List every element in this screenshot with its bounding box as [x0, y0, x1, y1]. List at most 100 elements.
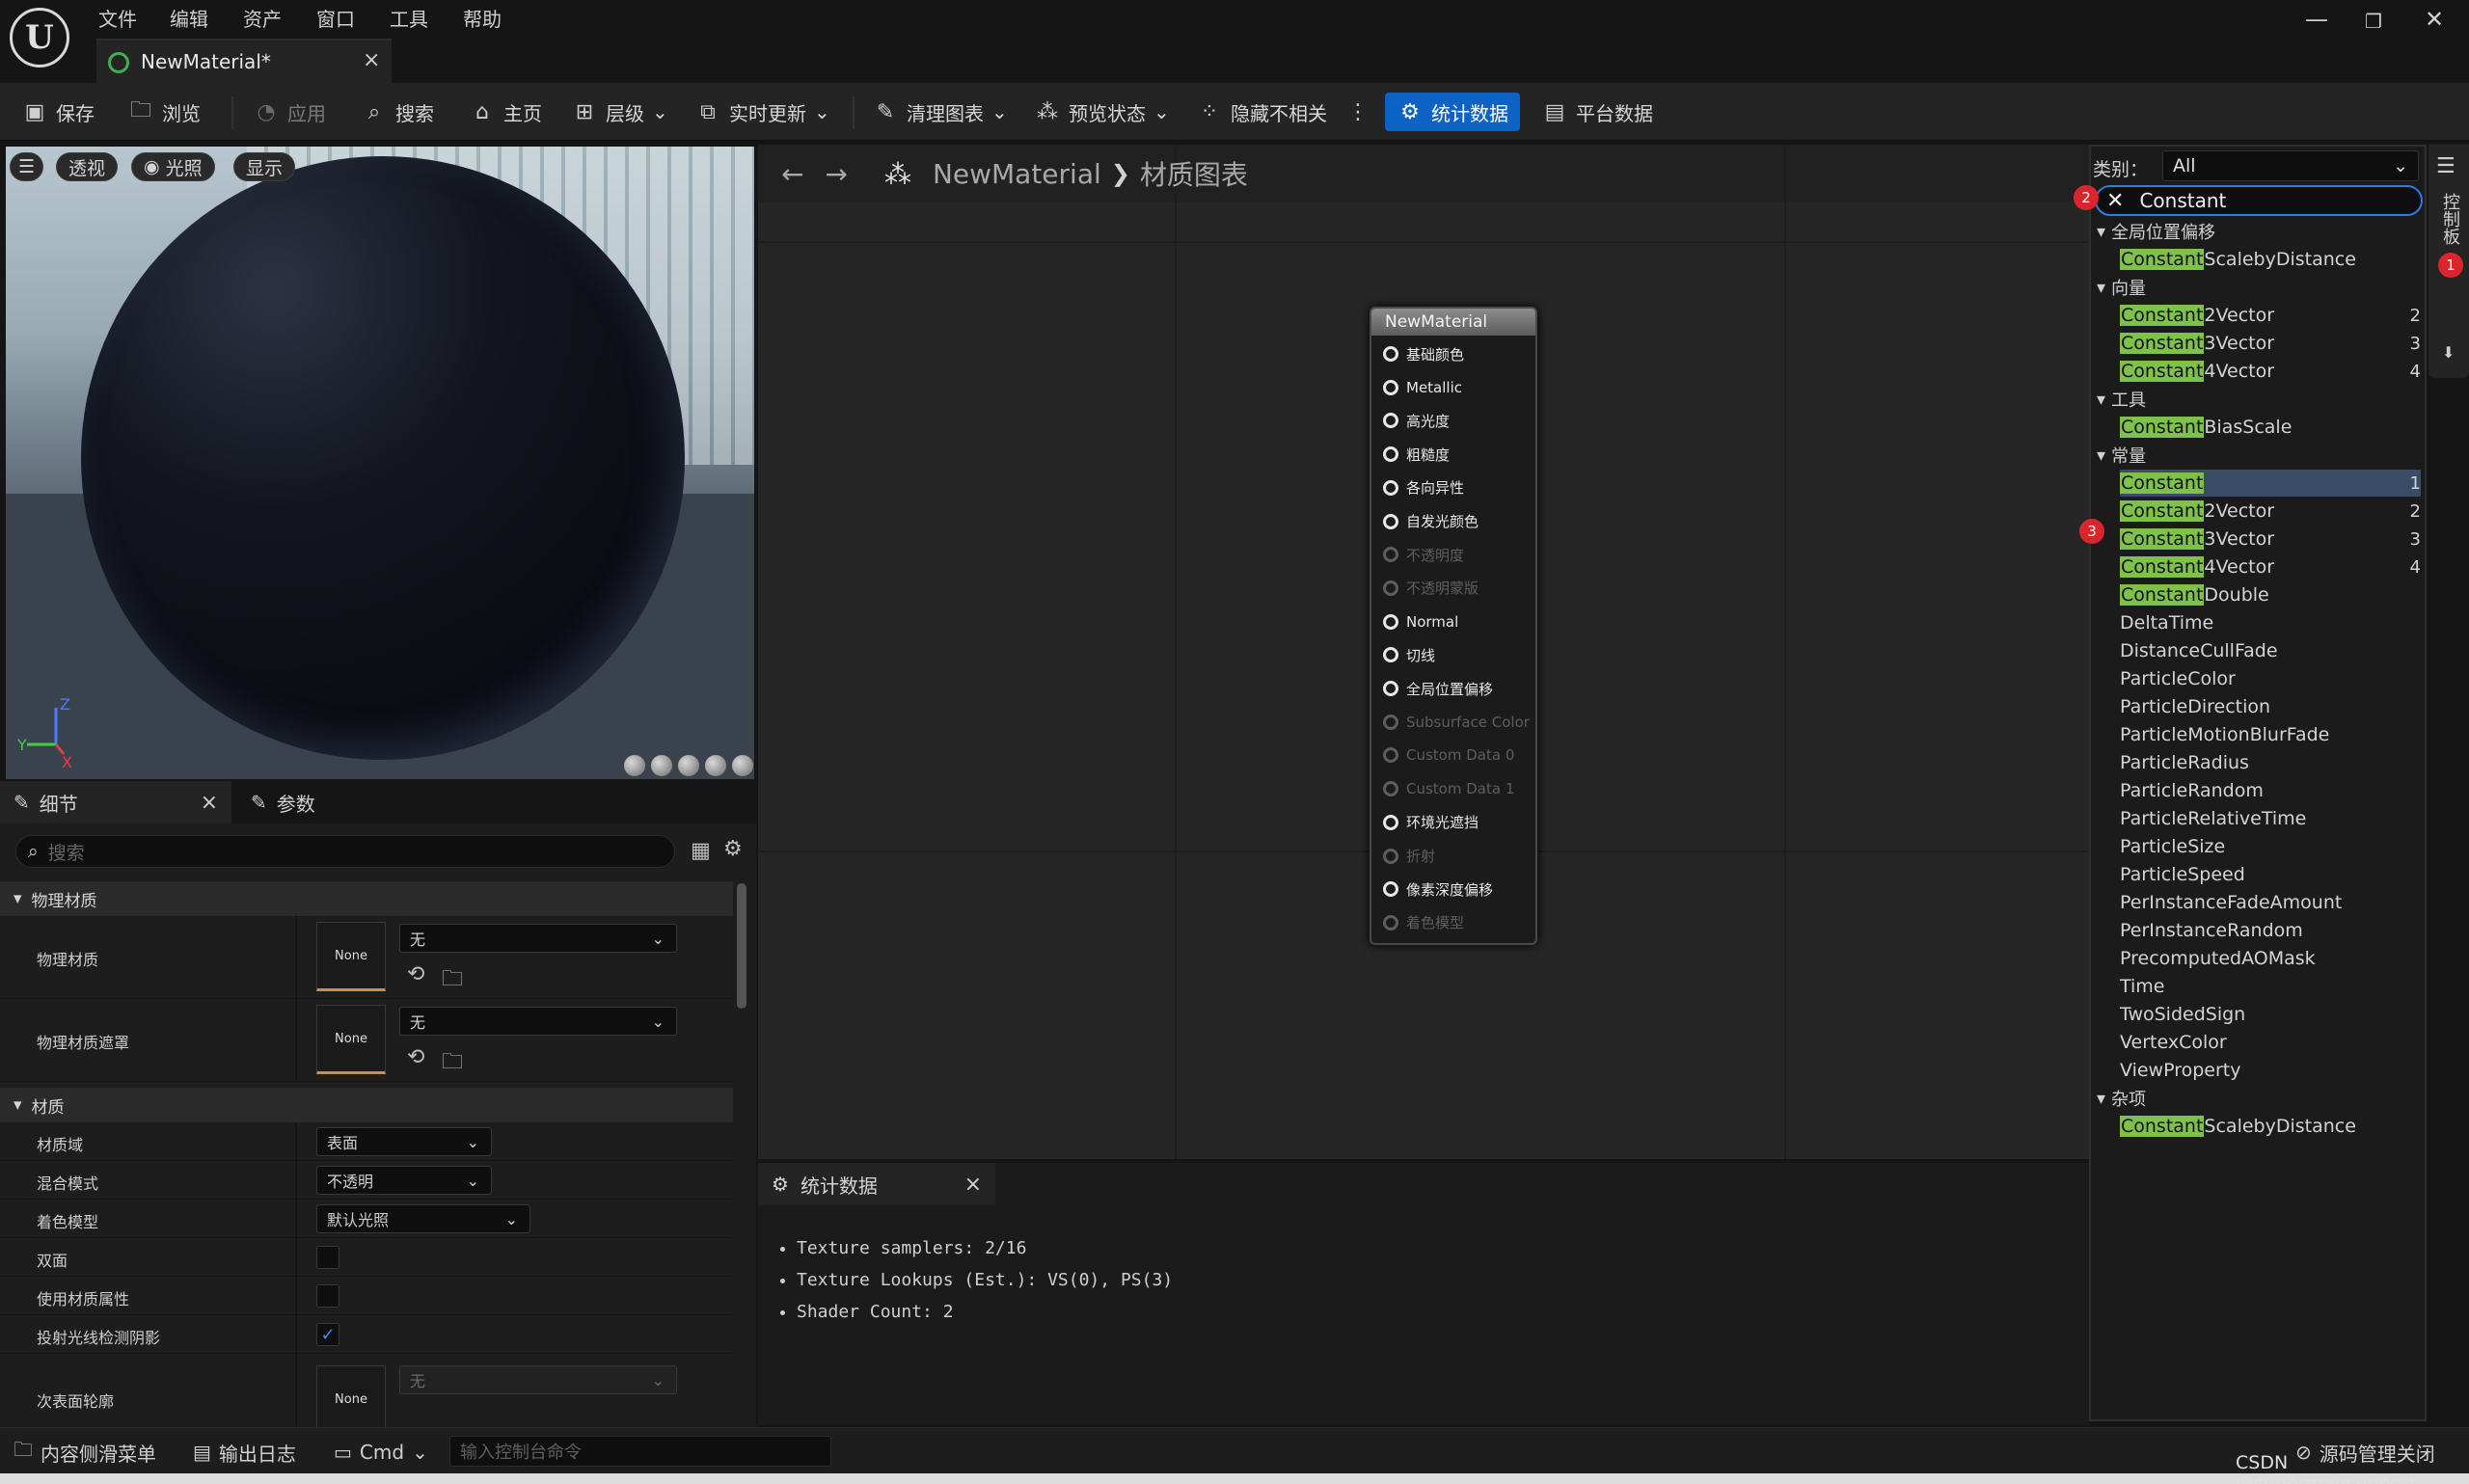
browse-asset-icon[interactable]: 🗀 — [442, 1045, 463, 1082]
node-pin[interactable]: Subsurface Color — [1383, 712, 1530, 733]
platform-stats-button[interactable]: ▤ 平台数据 — [1541, 94, 1653, 129]
pin-connector-icon[interactable] — [1383, 446, 1398, 463]
node-pin[interactable]: Normal — [1383, 611, 1458, 633]
cast-ray-traced-shadows-checkbox[interactable]: ✓ — [316, 1323, 339, 1346]
palette-item[interactable]: Constant ScalebyDistance — [2120, 1113, 2421, 1140]
tab-stats[interactable]: ⚙ 统计数据 × — [758, 1163, 995, 1205]
node-pin[interactable]: 不透明度 — [1383, 544, 1464, 565]
palette-item[interactable]: Constant 2Vector 2 — [2120, 302, 2421, 329]
pin-connector-icon[interactable] — [1383, 814, 1398, 830]
palette-category[interactable]: ▾ 工具 — [2097, 386, 2146, 413]
phys-mask-thumbnail[interactable]: None — [316, 1005, 386, 1074]
forward-arrow-icon[interactable]: → — [825, 158, 847, 190]
palette-item[interactable]: Constant 3Vector 3 — [2120, 526, 2421, 553]
pin-connector-icon[interactable] — [1383, 881, 1398, 898]
node-pin[interactable]: 环境光遮挡 — [1383, 812, 1479, 833]
palette-item[interactable]: PerInstanceRandom — [2120, 917, 2421, 944]
pin-connector-icon[interactable] — [1383, 714, 1398, 730]
pin-icon[interactable]: ⬇ — [2442, 343, 2455, 362]
node-pin[interactable]: Custom Data 1 — [1383, 778, 1514, 799]
sphere-preview-icon[interactable] — [650, 754, 673, 777]
menu-help[interactable]: 帮助 — [463, 4, 502, 32]
category-dropdown[interactable]: All ⌄ — [2162, 150, 2419, 181]
details-scrollbar[interactable] — [737, 883, 746, 1009]
clean-graph-button[interactable]: ✎ 清理图表 ⌄ — [872, 94, 1008, 129]
browse-button[interactable]: 🗀 浏览 — [127, 94, 201, 129]
blend-mode-dropdown[interactable]: 不透明 ⌄ — [316, 1166, 492, 1195]
pin-connector-icon[interactable] — [1383, 914, 1398, 931]
palette-item[interactable]: Constant 2Vector 2 — [2120, 498, 2421, 525]
pin-connector-icon[interactable] — [1383, 547, 1398, 563]
output-log-button[interactable]: ▤ 输出日志 — [193, 1438, 296, 1467]
palette-item[interactable]: Constant 3Vector 3 — [2120, 330, 2421, 357]
menu-edit[interactable]: 编辑 — [170, 4, 208, 32]
subsurface-dropdown[interactable]: 无 ⌄ — [399, 1365, 677, 1394]
palette-category[interactable]: ▾ 全局位置偏移 — [2097, 218, 2215, 245]
plane-preview-icon[interactable] — [677, 754, 700, 777]
palette-item[interactable]: DistanceCullFade — [2120, 637, 2421, 664]
palette-item[interactable]: VertexColor — [2120, 1029, 2421, 1056]
teapot-preview-icon[interactable] — [731, 754, 754, 777]
perspective-button[interactable]: 透视 — [56, 152, 119, 181]
node-pin[interactable]: 全局位置偏移 — [1383, 678, 1493, 699]
pin-connector-icon[interactable] — [1383, 781, 1398, 797]
phys-mask-dropdown[interactable]: 无 ⌄ — [399, 1007, 677, 1036]
pin-connector-icon[interactable] — [1383, 681, 1398, 696]
node-pin[interactable]: 各向异性 — [1383, 477, 1464, 499]
palette-item[interactable]: Constant 4Vector 4 — [2120, 358, 2421, 385]
pin-connector-icon[interactable] — [1383, 848, 1398, 864]
pin-connector-icon[interactable] — [1383, 479, 1398, 496]
pin-connector-icon[interactable] — [1383, 747, 1398, 764]
pin-connector-icon[interactable] — [1383, 513, 1398, 529]
restore-icon[interactable]: ❐ — [2365, 10, 2382, 33]
node-pin[interactable]: 折射 — [1383, 846, 1435, 867]
save-button[interactable]: ▣ 保存 — [21, 94, 95, 129]
lit-button[interactable]: ◉ 光照 — [131, 152, 215, 181]
pin-connector-icon[interactable] — [1383, 647, 1398, 663]
node-pin[interactable]: 高光度 — [1383, 410, 1450, 431]
use-selected-icon[interactable]: ⟲ — [407, 962, 424, 986]
two-sided-checkbox[interactable] — [316, 1246, 339, 1269]
palette-item[interactable]: Constant Double — [2120, 581, 2421, 608]
phys-material-dropdown[interactable]: 无 ⌄ — [399, 924, 677, 953]
node-pin[interactable]: Metallic — [1383, 377, 1462, 398]
menu-file[interactable]: 文件 — [98, 4, 137, 32]
cmd-dropdown[interactable]: ▭ Cmd ⌄ — [334, 1438, 428, 1467]
tab-params[interactable]: ✎ 参数 — [237, 781, 329, 823]
minimize-icon[interactable]: — — [2305, 6, 2328, 33]
tab-close-icon[interactable]: × — [363, 48, 380, 72]
viewport-menu-icon[interactable]: ☰ — [10, 152, 44, 181]
palette-category[interactable]: ▾ 常量 — [2097, 442, 2146, 469]
hide-unrelated-button[interactable]: ⁘ 隐藏不相关 — [1196, 94, 1327, 129]
use-selected-icon[interactable]: ⟲ — [407, 1045, 424, 1069]
node-pin[interactable]: Custom Data 0 — [1383, 744, 1514, 766]
unreal-logo[interactable]: U — [10, 8, 69, 67]
cylinder-preview-icon[interactable] — [623, 754, 646, 777]
menu-asset[interactable]: 资产 — [243, 4, 282, 32]
console-command-input[interactable]: 输入控制台命令 — [449, 1436, 831, 1467]
pin-connector-icon[interactable] — [1383, 379, 1398, 395]
palette-item[interactable]: Time — [2120, 973, 2421, 1000]
details-search-input[interactable]: ⌕ 搜索 — [15, 835, 675, 868]
palette-item[interactable]: ParticleRelativeTime — [2120, 805, 2421, 832]
hierarchy-button[interactable]: ⊞ 层级 ⌄ — [571, 94, 668, 129]
palette-item[interactable]: Constant ScalebyDistance — [2120, 246, 2421, 273]
palette-item[interactable]: ParticleSpeed — [2120, 861, 2421, 888]
palette-item[interactable]: ParticleDirection — [2120, 693, 2421, 720]
shading-model-dropdown[interactable]: 默认光照 ⌄ — [316, 1204, 530, 1233]
palette-item[interactable]: ParticleColor — [2120, 665, 2421, 692]
use-material-attributes-checkbox[interactable] — [316, 1284, 339, 1308]
back-arrow-icon[interactable]: ← — [781, 158, 803, 190]
node-pin[interactable]: 基础颜色 — [1383, 343, 1464, 364]
node-pin[interactable]: 像素深度偏移 — [1383, 878, 1493, 900]
material-result-node[interactable]: NewMaterial 基础颜色 Metallic 高光度 粗糙度 各向异性 自发光颜色不… — [1370, 307, 1537, 945]
palette-item[interactable]: PrecomputedAOMask — [2120, 945, 2421, 972]
close-window-icon[interactable]: ✕ — [2425, 6, 2444, 33]
content-drawer-button[interactable]: 🗀 内容侧滑菜单 — [14, 1438, 156, 1467]
palette-item[interactable]: DeltaTime — [2120, 609, 2421, 636]
pin-connector-icon[interactable] — [1383, 413, 1398, 429]
node-pin[interactable]: 自发光颜色 — [1383, 511, 1479, 532]
clear-search-icon[interactable]: ✕ — [2106, 189, 2124, 213]
palette-category[interactable]: ▾ 杂项 — [2097, 1085, 2146, 1112]
category-material[interactable]: ▾ 材质 — [0, 1088, 733, 1122]
